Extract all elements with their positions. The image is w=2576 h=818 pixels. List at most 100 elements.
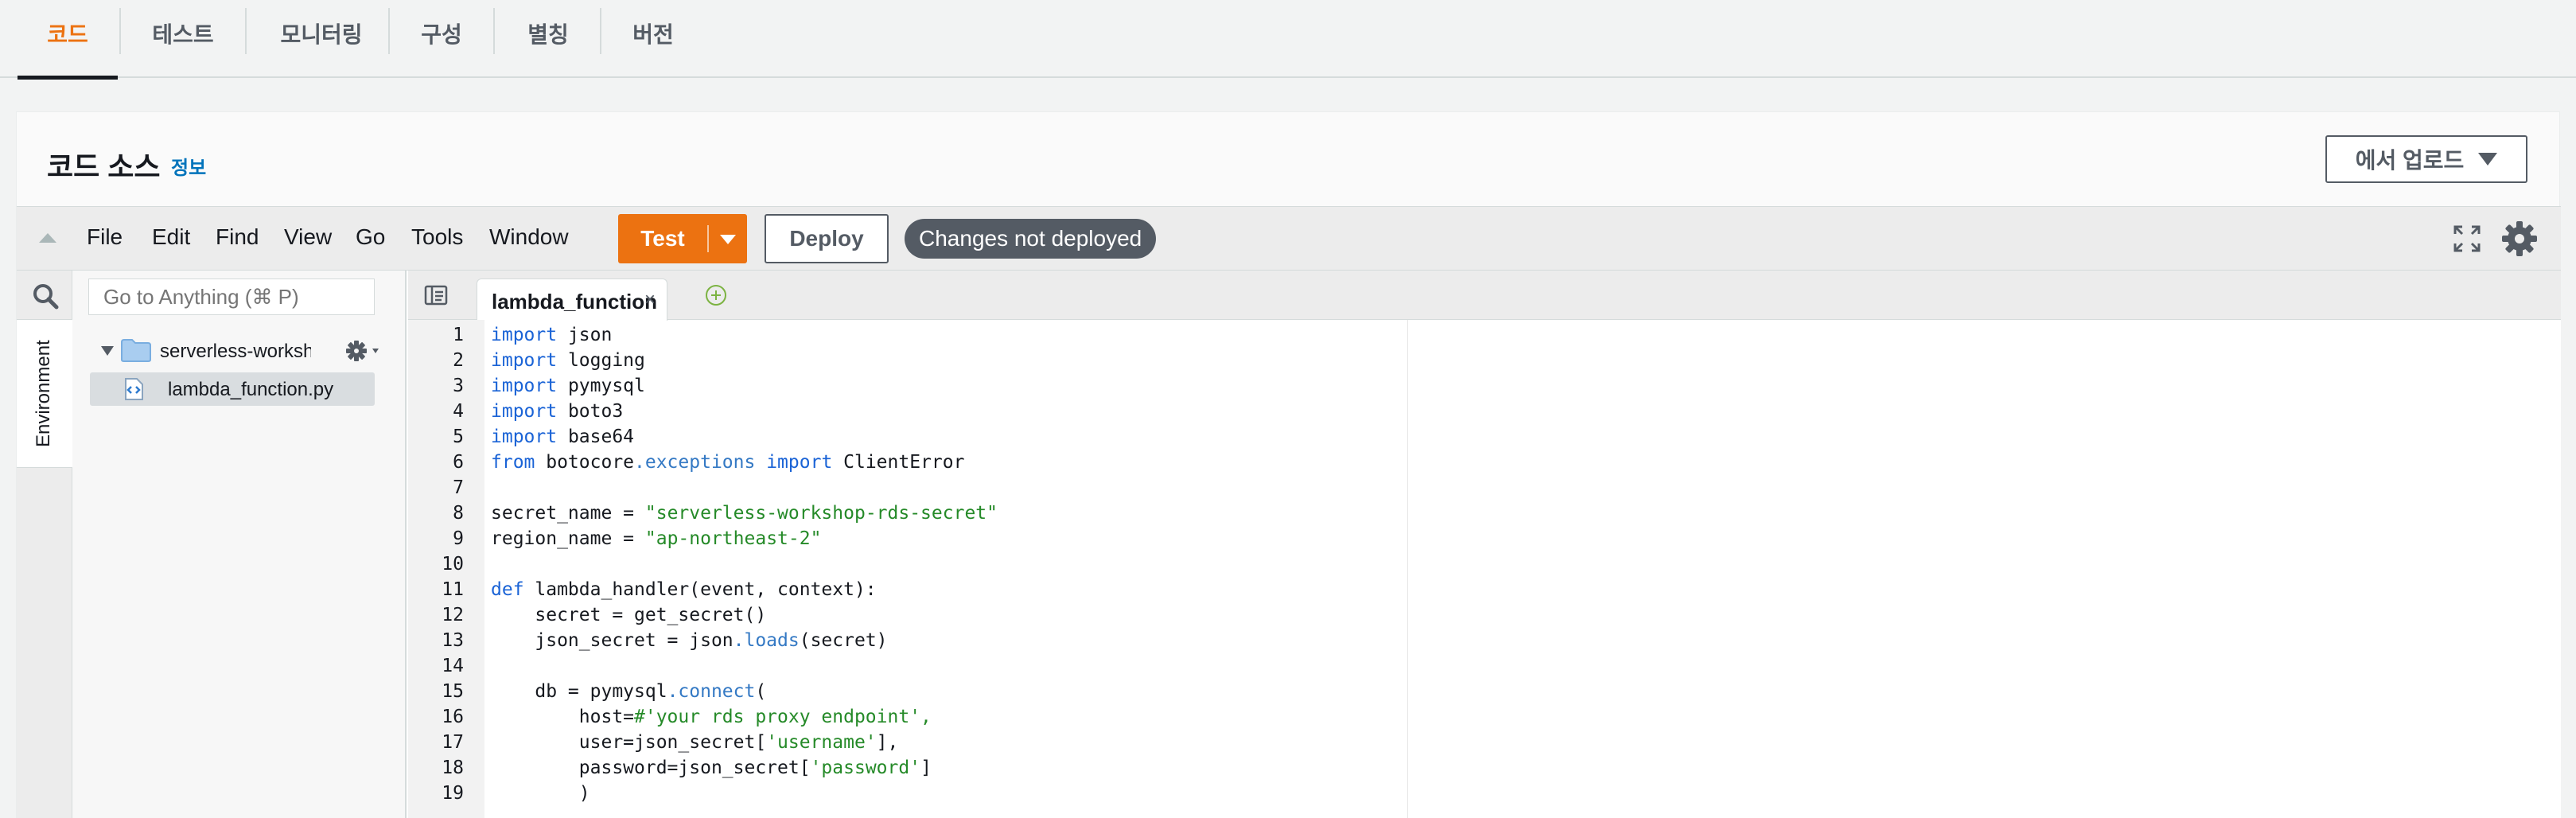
ide-menubar: File Edit Find View Go Tools Window Test…	[17, 207, 2561, 271]
tree-folder-row[interactable]: serverless-workshop	[72, 336, 407, 368]
collapse-up-icon[interactable]	[39, 233, 56, 243]
code-line: import base64	[491, 427, 634, 447]
info-link[interactable]: 정보	[171, 152, 206, 180]
line-number: 17	[442, 732, 464, 753]
code-token: ],	[876, 732, 899, 753]
caret-down-icon[interactable]	[720, 235, 736, 244]
tab-versions[interactable]: 버전	[617, 0, 689, 78]
python-file-icon	[125, 378, 143, 400]
line-number: 19	[442, 783, 464, 804]
goto-anything-input[interactable]	[88, 279, 375, 315]
tab-code[interactable]: 코드	[18, 0, 118, 80]
tab-divider	[119, 8, 121, 54]
code-token: lambda_handler(event, context):	[523, 579, 877, 600]
code-token: #'your rds proxy endpoint',	[634, 707, 932, 727]
file-label: lambda_function.py	[168, 379, 334, 400]
code-line: json_secret = json.loads(secret)	[491, 630, 887, 651]
tab-divider	[600, 8, 601, 54]
line-number: 1	[453, 325, 464, 345]
test-button[interactable]: Test	[618, 214, 747, 263]
editor-tab-lambda-function[interactable]: lambda_function ×	[477, 279, 667, 321]
line-number: 18	[442, 758, 464, 778]
gear-icon[interactable]	[344, 337, 381, 364]
tab-divider	[388, 8, 390, 54]
code-line: from botocore.exceptions import ClientEr…	[491, 452, 964, 473]
code-token: secret = get_secret()	[491, 605, 767, 625]
editor-tabbar: lambda_function ×	[408, 271, 2561, 321]
code-line: host=#'your rds proxy endpoint',	[491, 707, 932, 727]
code-token: )	[491, 783, 590, 804]
folder-icon	[121, 339, 151, 362]
fullscreen-icon[interactable]	[2453, 224, 2481, 253]
code-line: def lambda_handler(event, context):	[491, 579, 877, 600]
code-token: region_name =	[491, 528, 645, 549]
code-token: json_secret = json	[491, 630, 733, 651]
menu-window[interactable]: Window	[489, 224, 569, 250]
line-number: 11	[442, 579, 464, 600]
code-token: import	[491, 350, 558, 371]
code-token: .exceptions	[634, 452, 756, 473]
environment-tab-label: Environment	[33, 340, 54, 447]
menu-view[interactable]: View	[284, 224, 332, 250]
menu-go[interactable]: Go	[356, 224, 385, 250]
line-number: 8	[453, 503, 464, 524]
upload-from-button[interactable]: 에서 업로드	[2325, 135, 2527, 183]
code-token: ]	[920, 758, 932, 778]
tab-configuration[interactable]: 구성	[406, 0, 477, 78]
line-number: 10	[442, 554, 464, 575]
gear-icon[interactable]	[2500, 220, 2539, 258]
caret-down-icon[interactable]	[101, 346, 114, 356]
menu-edit[interactable]: Edit	[152, 224, 190, 250]
tree-file-row[interactable]: lambda_function.py	[90, 372, 375, 406]
code-token: .loads	[733, 630, 800, 651]
tab-monitoring[interactable]: 모니터링	[263, 0, 380, 78]
line-number: 9	[453, 528, 464, 549]
code-token: json	[557, 325, 613, 345]
line-number: 2	[453, 350, 464, 371]
code-line: user=json_secret['username'],	[491, 732, 899, 753]
code-token: def	[491, 579, 524, 600]
line-number: 3	[453, 376, 464, 396]
caret-down-icon	[2478, 153, 2498, 166]
code-token: "serverless-workshop-rds-secret"	[644, 503, 998, 524]
code-token: "ap-northeast-2"	[644, 528, 822, 549]
tab-list-icon[interactable]	[424, 285, 448, 306]
code-token: .connect	[667, 681, 756, 702]
code-token: import	[491, 325, 558, 345]
add-tab-icon[interactable]	[704, 283, 728, 307]
code-token: import	[491, 401, 558, 422]
code-area[interactable]: import json import logging import pymysql i…	[484, 320, 2561, 818]
environment-tab[interactable]: Environment	[17, 320, 72, 468]
line-number: 15	[442, 681, 464, 702]
code-line: region_name = "ap-northeast-2"	[491, 528, 821, 549]
code-token: secret_name =	[491, 503, 645, 524]
code-token: ClientError	[832, 452, 965, 473]
line-number: 4	[453, 401, 464, 422]
tab-divider	[493, 8, 495, 54]
code-line: import json	[491, 325, 612, 345]
menu-file[interactable]: File	[87, 224, 123, 250]
menu-find[interactable]: Find	[216, 224, 259, 250]
code-token: import	[766, 452, 833, 473]
tab-test[interactable]: 테스트	[134, 0, 232, 78]
code-line: db = pymysql.connect(	[491, 681, 766, 702]
line-number: 12	[442, 605, 464, 625]
line-number: 6	[453, 452, 464, 473]
cloud9-ide: File Edit Find View Go Tools Window Test…	[17, 206, 2561, 818]
editor-tab-label: lambda_function	[492, 290, 658, 314]
code-line: password=json_secret['password']	[491, 758, 932, 778]
search-toggle[interactable]	[17, 271, 72, 320]
close-icon[interactable]: ×	[644, 289, 656, 311]
line-number: 5	[453, 427, 464, 447]
tab-aliases[interactable]: 별칭	[512, 0, 584, 78]
line-number: 16	[442, 707, 464, 727]
code-token: 'username'	[766, 732, 877, 753]
menu-tools[interactable]: Tools	[411, 224, 463, 250]
line-number: 7	[453, 477, 464, 498]
deploy-button[interactable]: Deploy	[765, 214, 889, 263]
search-icon	[33, 284, 59, 310]
function-tabs: 코드 테스트 모니터링 구성 별칭 버전	[0, 0, 2576, 80]
code-token: boto3	[557, 401, 624, 422]
file-tree: serverless-workshop	[72, 271, 407, 818]
